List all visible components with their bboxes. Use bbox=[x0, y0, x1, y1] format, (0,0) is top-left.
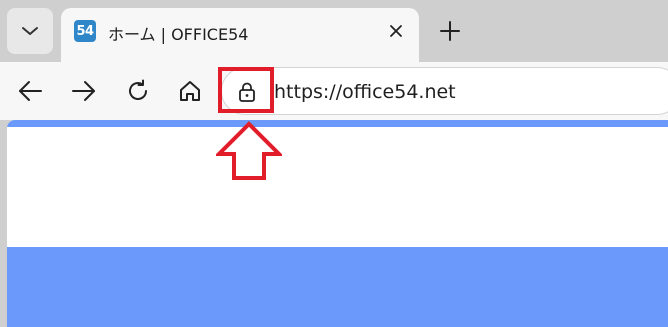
chevron-down-icon bbox=[22, 27, 38, 35]
web-page-content bbox=[7, 120, 668, 327]
page-blue-band bbox=[7, 247, 668, 327]
browser-tab-active[interactable]: 54 ホーム | OFFICE54 bbox=[61, 8, 419, 64]
tab-strip: 54 ホーム | OFFICE54 bbox=[0, 0, 668, 64]
highlight-box bbox=[218, 67, 274, 113]
up-arrow-outline-icon bbox=[216, 121, 282, 180]
close-icon bbox=[390, 25, 402, 37]
address-bar[interactable]: https://office54.net bbox=[221, 67, 668, 115]
browser-toolbar: https://office54.net bbox=[0, 62, 668, 120]
forward-button[interactable] bbox=[64, 71, 104, 111]
tab-actions-menu-button[interactable] bbox=[7, 8, 53, 54]
arrow-left-icon bbox=[19, 81, 42, 101]
site-favicon: 54 bbox=[74, 20, 96, 42]
home-icon bbox=[180, 81, 200, 101]
new-tab-button[interactable] bbox=[430, 12, 470, 50]
reload-icon bbox=[129, 79, 147, 100]
plus-icon bbox=[440, 21, 460, 41]
tab-title: ホーム | OFFICE54 bbox=[108, 25, 249, 44]
reload-button[interactable] bbox=[118, 71, 158, 111]
home-button[interactable] bbox=[170, 71, 210, 111]
url-text[interactable]: https://office54.net bbox=[274, 81, 456, 103]
page-top-stripe bbox=[7, 120, 668, 127]
arrow-right-icon bbox=[72, 81, 95, 101]
tab-close-button[interactable] bbox=[385, 20, 407, 42]
back-button[interactable] bbox=[10, 71, 50, 111]
favicon-text: 54 bbox=[76, 23, 94, 39]
